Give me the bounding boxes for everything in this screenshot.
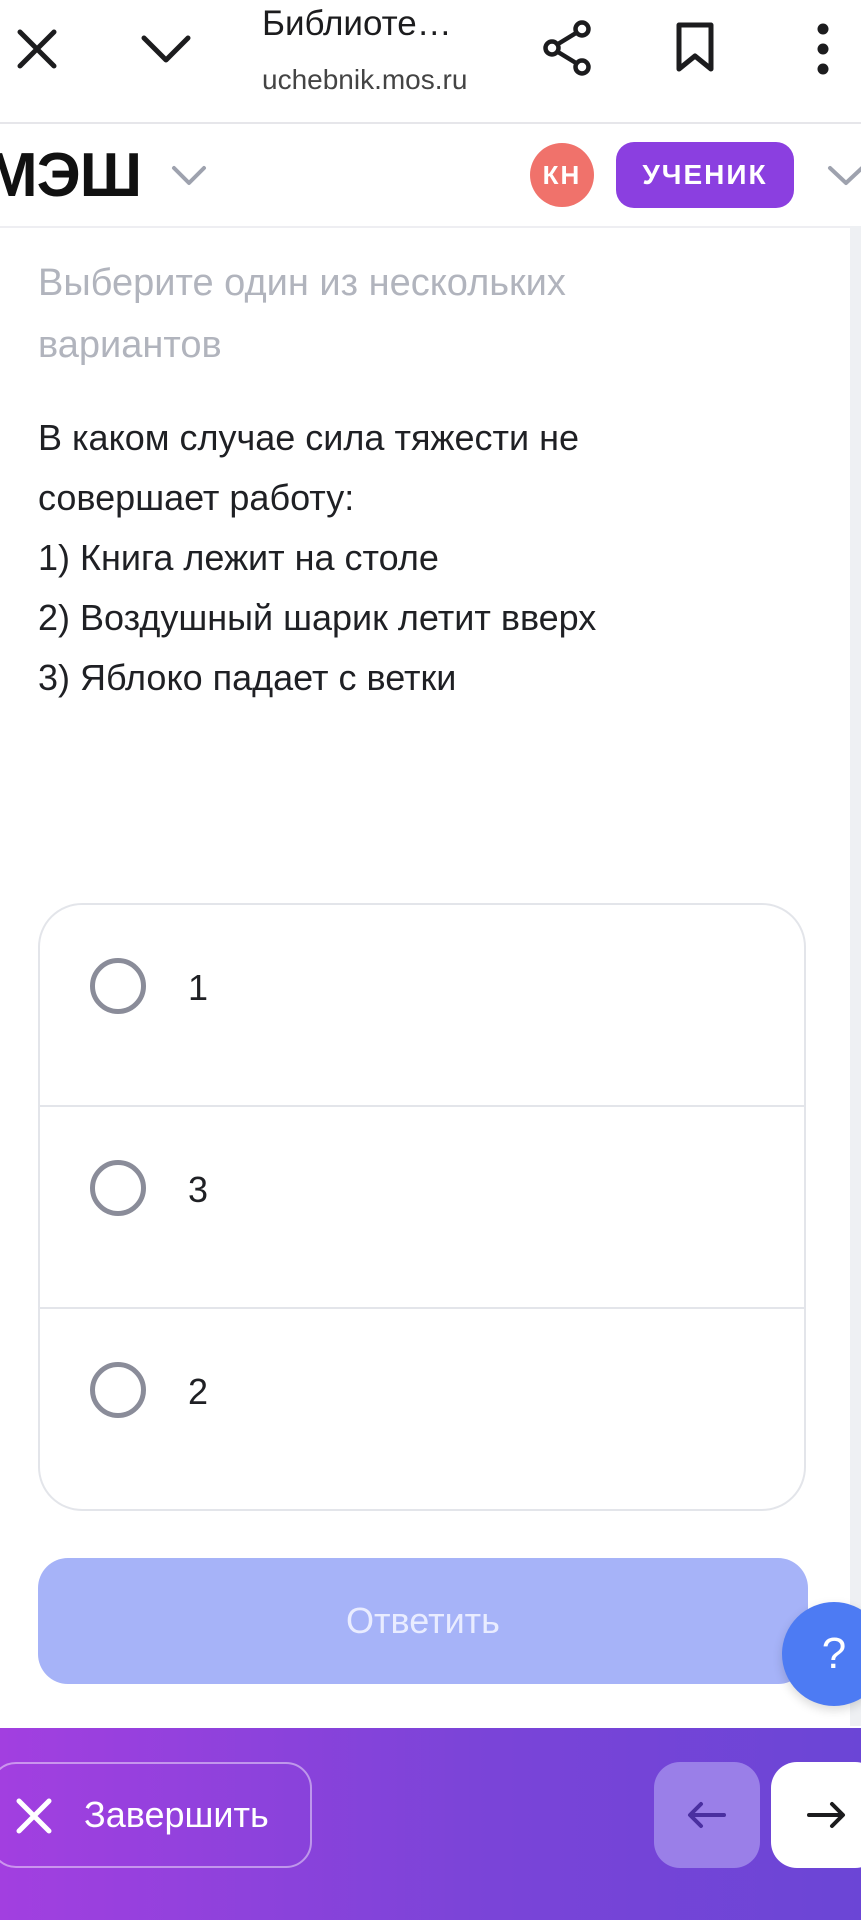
app-header: МЭШ КН УЧЕНИК — [0, 124, 861, 228]
question-line: В каком случае сила тяжести не — [38, 417, 580, 458]
more-vertical-icon[interactable] — [814, 22, 832, 76]
radio-button[interactable] — [90, 1160, 146, 1216]
submit-answer-button[interactable]: Ответить — [38, 1558, 808, 1684]
answer-option-label: 3 — [188, 1169, 209, 1210]
answer-options: 1 3 2 — [38, 903, 806, 1511]
page-title: Библиоте… — [262, 4, 452, 43]
chevron-down-icon[interactable] — [170, 162, 208, 190]
browser-toolbar: Библиоте… uchebnik.mos.ru — [0, 0, 861, 124]
question-line: 1) Книга лежит на столе — [38, 537, 439, 578]
task-hint: Выберите один из нескольких вариантов — [38, 262, 566, 366]
radio-button[interactable] — [90, 958, 146, 1014]
arrow-right-icon — [807, 1802, 845, 1828]
avatar[interactable]: КН — [530, 143, 594, 207]
arrow-left-icon — [688, 1802, 726, 1828]
question-line: 3) Яблоко падает с ветки — [38, 657, 457, 698]
bottom-navigation-bar: Завершить — [0, 1728, 861, 1920]
question-line: совершает работу: — [38, 477, 355, 518]
previous-button[interactable] — [654, 1762, 760, 1868]
answer-option-label: 2 — [188, 1371, 209, 1412]
answer-option-label: 1 — [188, 967, 209, 1008]
answer-option[interactable]: 2 — [40, 1309, 804, 1509]
next-button[interactable] — [771, 1762, 861, 1868]
answer-option[interactable]: 1 — [40, 905, 804, 1107]
chevron-down-icon[interactable] — [826, 162, 861, 190]
question-text: В каком случае сила тяжести не совершает… — [38, 408, 798, 708]
close-icon[interactable] — [14, 26, 60, 72]
share-icon[interactable] — [542, 20, 594, 76]
answer-option[interactable]: 3 — [40, 1107, 804, 1309]
page-url[interactable]: uchebnik.mos.ru — [262, 64, 482, 96]
chevron-down-icon[interactable] — [140, 28, 192, 68]
bookmark-icon[interactable] — [674, 20, 716, 74]
close-icon — [16, 1798, 52, 1834]
question-line: 2) Воздушный шарик летит вверх — [38, 597, 597, 638]
finish-button[interactable]: Завершить — [0, 1762, 312, 1868]
app-logo[interactable]: МЭШ — [0, 140, 142, 211]
radio-button[interactable] — [90, 1362, 146, 1418]
scroll-strip — [850, 226, 861, 1726]
role-button[interactable]: УЧЕНИК — [616, 142, 794, 208]
finish-label: Завершить — [84, 1794, 269, 1835]
